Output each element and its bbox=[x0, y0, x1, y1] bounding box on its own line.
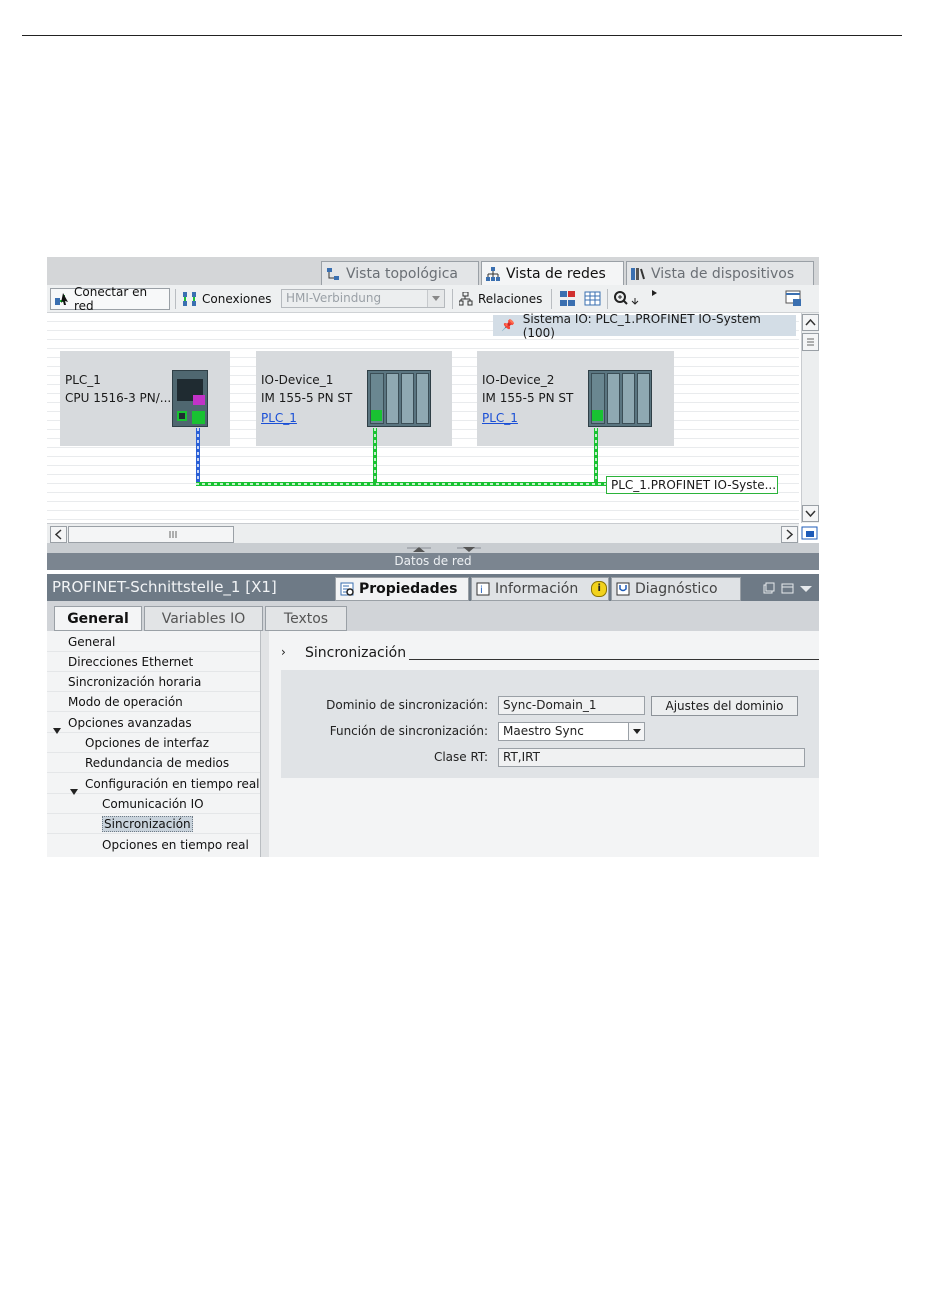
nav-item-label: Sincronización bbox=[102, 816, 193, 832]
sync-function-label: Función de sincronización: bbox=[329, 724, 488, 738]
nav-item-synchronization[interactable]: Sincronización bbox=[47, 814, 260, 834]
splitter-bar[interactable] bbox=[47, 543, 819, 553]
subtab-texts[interactable]: Textos bbox=[265, 606, 347, 631]
tab-information[interactable]: i Información i bbox=[471, 577, 609, 601]
nav-item-operating-mode[interactable]: Modo de operación bbox=[47, 692, 260, 712]
profinet-network-label[interactable]: PLC_1.PROFINET IO-Syste... bbox=[606, 476, 778, 494]
canvas-horizontal-scrollbar[interactable] bbox=[47, 523, 799, 543]
scroll-right-button[interactable] bbox=[781, 526, 798, 543]
scroll-left-button[interactable] bbox=[50, 526, 67, 543]
properties-title: PROFINET-Schnittstelle_1 [X1] bbox=[52, 578, 277, 596]
nav-item-io-communication[interactable]: Comunicación IO bbox=[47, 794, 260, 814]
navigator-icon[interactable] bbox=[801, 525, 819, 542]
nav-item-advanced-options[interactable]: Opciones avanzadas bbox=[47, 713, 260, 734]
tab-properties[interactable]: Propiedades bbox=[335, 577, 469, 601]
properties-nav-tree: General Direcciones Ethernet Sincronizac… bbox=[47, 631, 260, 857]
nav-item-interface-options[interactable]: Opciones de interfaz bbox=[47, 733, 260, 753]
chevron-right-icon: › bbox=[281, 645, 286, 659]
svg-text:i: i bbox=[480, 585, 483, 596]
nav-item-label: Opciones avanzadas bbox=[68, 716, 192, 730]
network-data-bar[interactable]: Datos de red bbox=[47, 553, 819, 570]
section-rule bbox=[409, 659, 819, 660]
nav-item-time-sync[interactable]: Sincronización horaria bbox=[47, 672, 260, 692]
nav-item-realtime-options[interactable]: Opciones en tiempo real bbox=[47, 835, 260, 855]
sync-function-value: Maestro Sync bbox=[503, 724, 584, 738]
chevron-down-icon[interactable] bbox=[628, 723, 644, 740]
nav-item-realtime-config[interactable]: Configuración en tiempo real bbox=[47, 774, 260, 795]
scroll-down-button[interactable] bbox=[802, 505, 819, 522]
nav-item-label: Configuración en tiempo real bbox=[85, 777, 260, 791]
warning-icon: i bbox=[591, 581, 608, 597]
tab-label: Información bbox=[495, 581, 579, 597]
subtab-general[interactable]: General bbox=[54, 606, 142, 631]
scroll-thumb[interactable] bbox=[68, 526, 234, 543]
subtab-io-variables[interactable]: Variables IO bbox=[144, 606, 263, 631]
scroll-thumb[interactable] bbox=[802, 333, 819, 351]
info-icon: i bbox=[476, 582, 490, 596]
nav-item-ethernet-addresses[interactable]: Direcciones Ethernet bbox=[47, 652, 260, 672]
nav-tree-scrollbar[interactable] bbox=[260, 631, 269, 857]
tab-label: Propiedades bbox=[359, 581, 458, 597]
scroll-up-button[interactable] bbox=[802, 314, 819, 331]
rt-class-label: Clase RT: bbox=[433, 750, 488, 764]
tab-label: Diagnóstico bbox=[635, 581, 718, 597]
section-title: Sincronización bbox=[305, 645, 407, 661]
nav-item-general[interactable]: General bbox=[47, 632, 260, 652]
sync-domain-field[interactable]: Sync-Domain_1 bbox=[498, 696, 645, 715]
window-controls[interactable] bbox=[762, 582, 814, 596]
tab-diagnostics[interactable]: Diagnóstico bbox=[611, 577, 741, 601]
properties-icon bbox=[340, 582, 354, 596]
domain-settings-button[interactable]: Ajustes del dominio bbox=[651, 696, 798, 716]
nav-item-media-redundancy[interactable]: Redundancia de medios bbox=[47, 753, 260, 773]
rt-class-field: RT,IRT bbox=[498, 748, 805, 767]
sync-domain-label: Dominio de sincronización: bbox=[326, 698, 488, 712]
canvas-vertical-scrollbar[interactable] bbox=[801, 313, 819, 523]
sync-function-select[interactable]: Maestro Sync bbox=[498, 722, 645, 741]
diagnostics-icon bbox=[616, 582, 630, 596]
